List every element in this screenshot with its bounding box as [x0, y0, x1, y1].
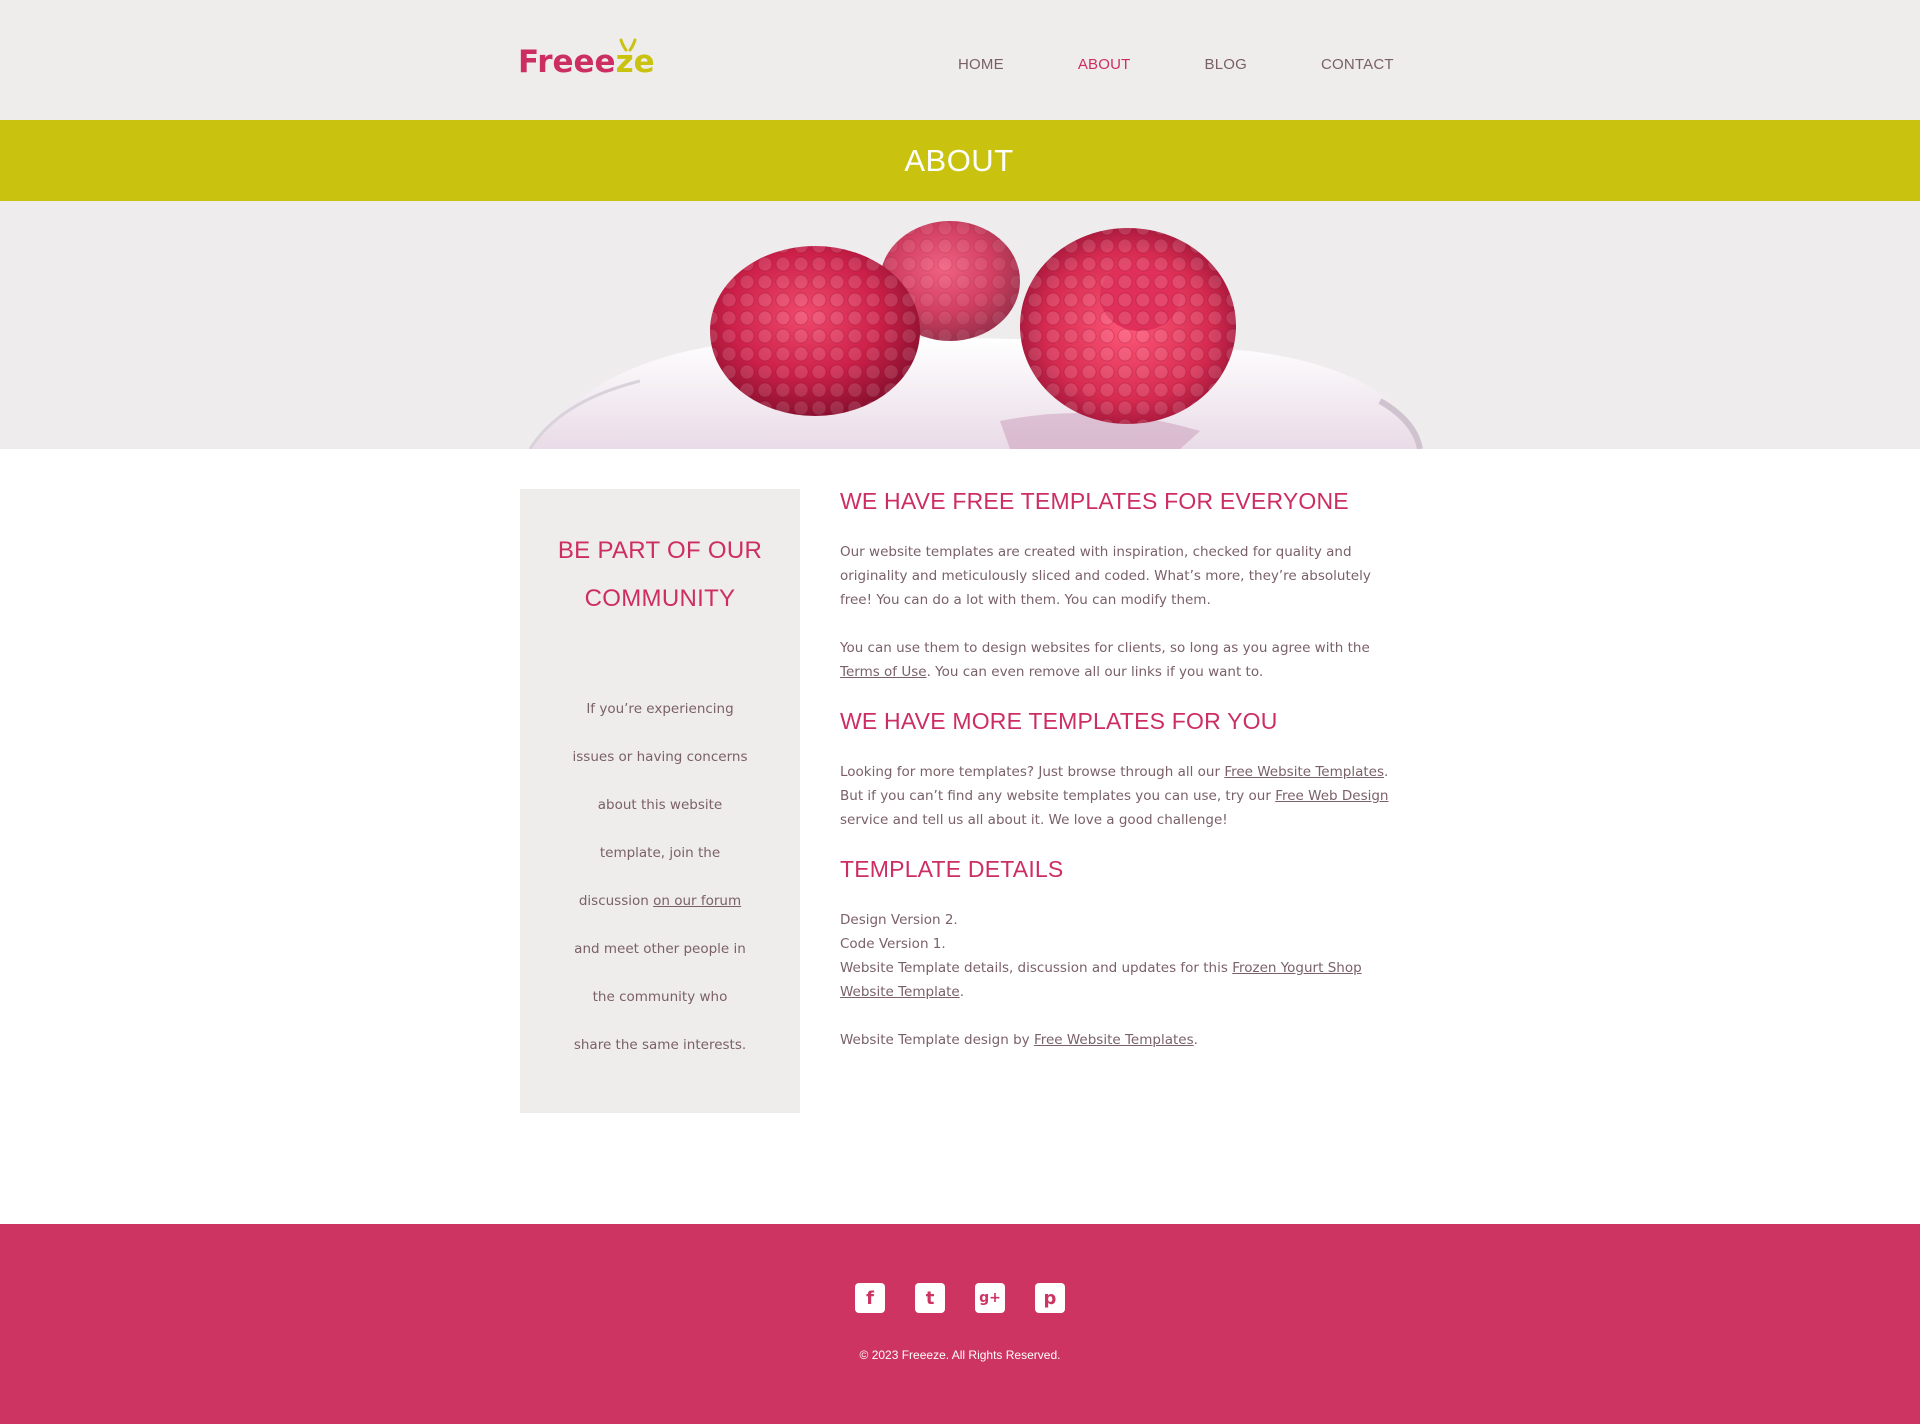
community-text-after: and meet other people in the community w… [573, 941, 747, 1053]
title-band: ABOUT [0, 120, 1920, 201]
terms-of-use-link[interactable]: Terms of Use [840, 664, 927, 680]
hero-banner [0, 201, 1920, 449]
code-version: Code Version 1. [840, 936, 946, 952]
facebook-icon[interactable]: f [855, 1283, 885, 1313]
copyright: © 2023 Freeeze. All Rights Reserved. [859, 1348, 1061, 1362]
design-version: Design Version 2. [840, 912, 958, 928]
template-details-line: Website Template details, discussion and… [840, 956, 1400, 1004]
nav-contact[interactable]: CONTACT [1321, 56, 1394, 73]
nav-blog[interactable]: BLOG [1205, 56, 1247, 73]
community-heading: BE PART OF OUR COMMUNITY [557, 537, 763, 612]
section1-paragraph1: Our website templates are created with i… [840, 544, 1371, 608]
section1-p2-after: . You can even remove all our links if y… [926, 664, 1264, 680]
section1-p2-before: You can use them to design websites for … [840, 640, 1370, 656]
page-title: ABOUT [904, 142, 1014, 178]
credit-before: Website Template design by [840, 1032, 1034, 1048]
free-website-templates-link[interactable]: Free Website Templates [1224, 764, 1384, 780]
nav-home[interactable]: HOME [958, 56, 1004, 73]
section-heading-free-templates: WE HAVE FREE TEMPLATES FOR EVERYONE [840, 488, 1349, 514]
section-heading-template-details: TEMPLATE DETAILS [840, 856, 1064, 882]
design-credit: Website Template design by Free Website … [840, 1028, 1400, 1052]
details-before: Website Template details, discussion and… [840, 960, 1233, 976]
site-header: Freeeze HOME ABOUT BLOG CONTACT [0, 0, 1920, 120]
twitter-icon[interactable]: t [915, 1283, 945, 1313]
credit-link[interactable]: Free Website Templates [1034, 1032, 1194, 1048]
logo[interactable]: Freeeze [518, 38, 663, 82]
section2-before: Looking for more templates? Just browse … [840, 764, 1225, 780]
site-footer: f t g+ p © 2023 Freeeze. All Rights Rese… [0, 1224, 1920, 1424]
logo-text-main: Freee [518, 44, 616, 80]
social-links: f t g+ p [855, 1283, 1095, 1313]
community-text-before: If you’re experiencing issues or having … [572, 701, 748, 909]
community-text: If you’re experiencing issues or having … [573, 685, 748, 1069]
main-article: WE HAVE FREE TEMPLATES FOR EVERYONE Our … [840, 489, 1400, 1052]
google-plus-icon[interactable]: g+ [975, 1283, 1005, 1313]
section-heading-more-templates: WE HAVE MORE TEMPLATES FOR YOU [840, 708, 1278, 734]
free-web-design-link[interactable]: Free Web Design [1275, 788, 1388, 804]
section2-paragraph: Looking for more templates? Just browse … [840, 760, 1400, 832]
content-area: BE PART OF OUR COMMUNITY If you’re exper… [0, 449, 1920, 1224]
raspberry-yogurt-image [0, 201, 1920, 449]
community-panel: BE PART OF OUR COMMUNITY If you’re exper… [520, 489, 800, 1113]
logo-text: Freeeze [518, 44, 655, 80]
section2-after: service and tell us all about it. We lov… [840, 812, 1228, 828]
logo-text-accent: ze [615, 44, 655, 80]
nav-about[interactable]: ABOUT [1078, 56, 1131, 73]
pinterest-icon[interactable]: p [1035, 1283, 1065, 1313]
main-nav: HOME ABOUT BLOG CONTACT [958, 56, 1468, 73]
forum-link[interactable]: on our forum [653, 893, 741, 909]
credit-after: . [1193, 1032, 1198, 1048]
details-after: . [959, 984, 965, 1000]
section1-paragraph2: You can use them to design websites for … [840, 636, 1400, 684]
